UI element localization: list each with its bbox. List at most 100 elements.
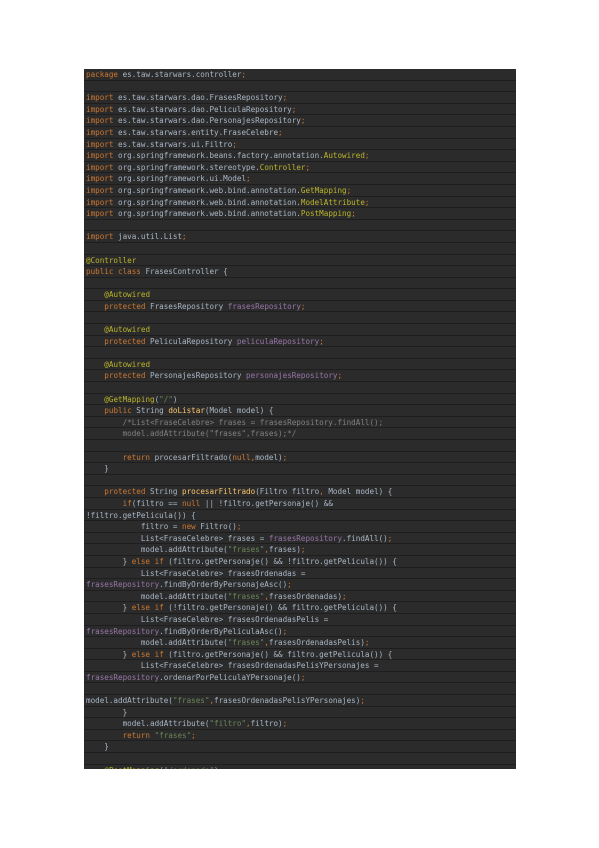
code-line[interactable]: } [84,707,516,719]
code-line[interactable]: import es.taw.starwars.entity.FraseCeleb… [84,127,516,139]
code-token: doListar [168,406,205,416]
code-token: else if [131,649,164,659]
code-line[interactable]: model.addAttribute("frases",frasesOrdena… [84,637,516,649]
code-line[interactable] [84,347,516,359]
code-line[interactable]: public String doListar(Model model) { [84,405,516,417]
code-line[interactable] [84,220,516,232]
code-token: ; [342,591,347,601]
code-line[interactable]: protected FrasesRepository frasesReposit… [84,301,516,313]
code-line[interactable]: @Autowired [84,289,516,301]
code-line[interactable]: model.addAttribute("filtro",filtro); [84,718,516,730]
code-token: .findAll() [342,533,388,543]
code-token: ; [282,452,288,462]
code-line[interactable] [84,243,516,255]
code-token: if [122,498,132,508]
code-token: import [86,116,114,126]
code-line[interactable]: import org.springframework.web.bind.anno… [84,197,516,209]
code-token: ; [300,672,306,682]
code-token: ; [387,533,393,543]
code-line[interactable]: /*List<FraseCelebre> frases = frasesRepo… [84,417,516,429]
code-line[interactable]: } [84,741,516,754]
code-line[interactable]: protected PeliculaRepository peliculaRep… [84,336,516,348]
code-line[interactable]: import es.taw.starwars.ui.Filtro; [84,139,516,151]
code-token: ; [291,104,297,114]
code-line[interactable]: filtro = new Filtro(); [84,521,516,533]
code-token: frasesRepository [86,580,160,590]
code-line[interactable]: @Autowired [84,324,516,336]
code-line[interactable]: frasesRepository.findByOrderByPersonajeA… [84,579,516,591]
code-token: ) [172,394,178,404]
code-token: "frases" [227,638,265,648]
code-line[interactable] [84,81,516,93]
code-token: ; [305,162,311,172]
code-line[interactable]: } [84,463,516,475]
code-token: return [122,452,151,462]
code-line[interactable]: !filtro.getPelicula()) { [84,510,516,522]
code-line[interactable]: return procesarFiltrado(null,model); [84,452,516,464]
code-token: public class [86,267,141,277]
code-line[interactable] [84,382,516,394]
code-line[interactable]: @Controller [84,255,516,267]
code-line[interactable]: model.addAttribute("frases",frasesOrdena… [84,591,516,603]
code-line[interactable]: } else if (filtro.getPersonaje() && !fil… [84,556,516,568]
code-line[interactable]: @Autowired [84,359,516,371]
code-line[interactable]: public class FrasesController { [84,266,516,278]
code-token: ModelAttribute [300,197,365,207]
code-line[interactable]: if(filtro == null || !filtro.getPersonaj… [84,498,516,510]
code-line[interactable]: @PostMapping("/ordenado") [84,765,516,769]
code-token: ; [236,522,242,532]
code-token: } [86,649,132,659]
code-line[interactable]: @GetMapping("/") [84,394,516,406]
code-line[interactable]: protected PersonajesRepository personaje… [84,370,516,383]
code-line[interactable] [84,278,516,290]
code-line[interactable]: List<FraseCelebre> frasesOrdenadas = [84,568,516,580]
code-line[interactable]: model.addAttribute("frases",frasesOrdena… [84,695,516,707]
code-token: ) [214,766,219,769]
code-token: org.springframework.web.bind.annotation. [113,185,301,195]
code-line[interactable]: import org.springframework.web.bind.anno… [84,185,516,197]
code-line[interactable]: List<FraseCelebre> frasesOrdenadasPelis … [84,614,516,626]
code-line[interactable]: List<FraseCelebre> frases = frasesReposi… [84,533,516,545]
code-token: GetMapping [300,185,347,195]
code-line[interactable]: import org.springframework.web.bind.anno… [84,208,516,220]
code-token: org.springframework.ui.Model [113,174,247,184]
code-line[interactable]: protected String procesarFiltrado(Filtro… [84,486,516,498]
code-line[interactable]: import java.util.List; [84,231,516,243]
code-token: frases) [268,545,301,555]
code-line[interactable] [84,753,516,765]
code-line[interactable]: } else if (!filtro.getPersonaje() && fil… [84,602,516,614]
code-token: ; [300,545,306,555]
code-line[interactable]: List<FraseCelebre> frasesOrdenadasPelisY… [84,660,516,672]
code-token: (Filtro filtro [255,487,320,497]
code-line[interactable]: import org.springframework.stereotype.Co… [84,162,516,174]
code-line[interactable]: frasesRepository.findByOrderByPeliculaAs… [84,626,516,638]
code-token: @PostMapping [104,766,159,769]
code-token: ; [287,580,292,590]
code-token: import [86,162,114,172]
code-line[interactable]: return "frases"; [84,730,516,742]
code-line[interactable]: package es.taw.starwars.controller; [84,69,516,81]
code-token: "/ordenado" [164,766,214,769]
code-line[interactable] [84,312,516,325]
code-editor[interactable]: package es.taw.starwars.controller; impor… [84,69,516,769]
code-token: } [86,464,109,474]
code-line[interactable]: model.addAttribute("frases",frases); [84,544,516,556]
code-line[interactable]: frasesRepository.ordenarPorPeliculaYPers… [84,672,516,684]
code-line[interactable]: model.addAttribute("frases",frases);*/ [84,428,516,440]
code-line[interactable] [84,475,516,487]
code-token: .findByOrderByPeliculaAsc() [159,626,283,636]
code-token: import [86,209,114,219]
code-line[interactable]: import es.taw.starwars.dao.PeliculaRepos… [84,104,516,116]
code-line[interactable] [84,440,516,452]
code-token: protected [104,301,146,311]
code-line[interactable] [84,683,516,696]
code-token: es.taw.starwars.controller [118,70,242,79]
code-line[interactable]: import es.taw.starwars.dao.PersonajesRep… [84,115,516,127]
code-token: /*List<FraseCelebre> frases = frasesRepo… [122,417,384,427]
code-line[interactable]: import es.taw.starwars.dao.FrasesReposit… [84,92,516,104]
code-line[interactable]: import org.springframework.beans.factory… [84,150,516,162]
code-line[interactable]: } else if (filtro.getPersonaje() && filt… [84,649,516,661]
code-line[interactable]: import org.springframework.ui.Model; [84,173,516,185]
code-token: filtro = [86,522,183,532]
